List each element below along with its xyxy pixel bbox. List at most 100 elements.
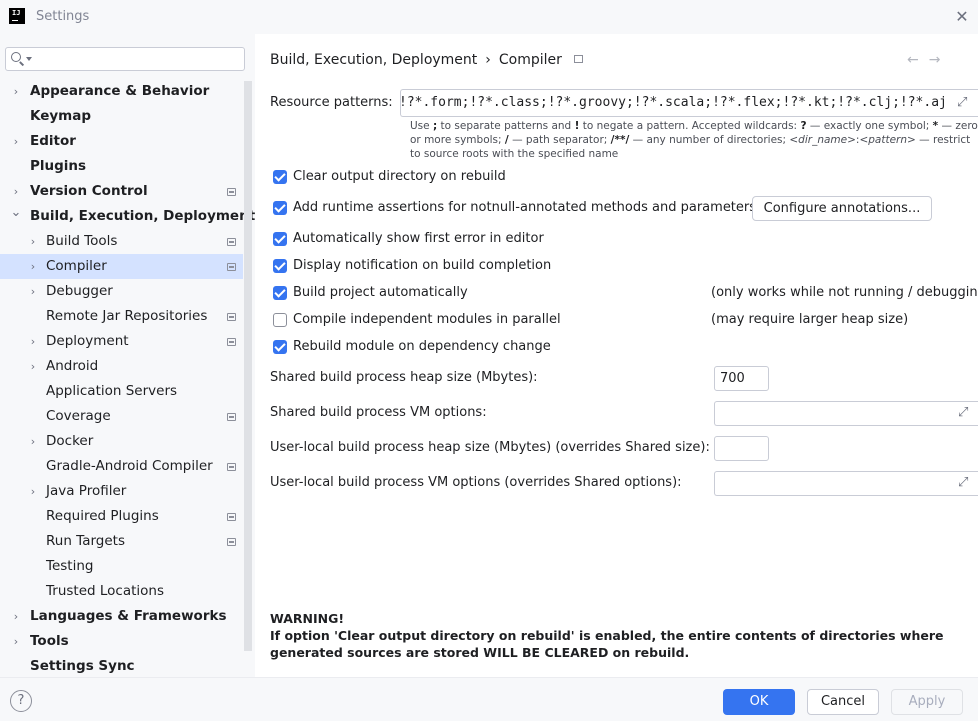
chevron-right-icon[interactable]: › [27,329,39,354]
dialog-footer: ? OK Cancel Apply [0,677,978,721]
sidebar-item-testing[interactable]: Testing [0,554,243,579]
chevron-right-icon[interactable]: › [27,254,39,279]
sidebar-item-editor[interactable]: › Editor [0,129,243,154]
checkbox-checked-icon[interactable] [273,259,287,273]
expand-field-icon[interactable]: ⤢ [957,95,967,110]
checkbox-checked-icon[interactable] [273,232,287,246]
sidebar-scrollbar[interactable] [244,81,252,651]
sidebar-item-label: Tools [30,633,69,649]
sidebar-item-required-plugins[interactable]: Required Plugins [0,504,243,529]
option-label: Display notification on build completion [293,258,552,273]
sidebar-item-coverage[interactable]: Coverage [0,404,243,429]
build-automatically-note: (only works while not running / debuggin… [711,285,978,300]
sidebar-item-label: Appearance & Behavior [30,83,210,99]
ok-button[interactable]: OK [723,689,795,715]
chevron-right-icon[interactable]: › [27,479,39,504]
sidebar-item-gradle-android-compiler[interactable]: Gradle-Android Compiler [0,454,243,479]
forward-arrow-icon[interactable]: → [929,52,951,68]
chevron-right-icon[interactable]: › [10,129,22,154]
option-label: Automatically show first error in editor [293,231,544,246]
sidebar-item-tools[interactable]: › Tools [0,629,243,654]
expand-field-icon[interactable]: ⤢ [958,405,968,420]
resource-patterns-hint: Use ; to separate patterns and ! to nega… [410,120,978,160]
close-icon[interactable]: ✕ [952,7,972,27]
intellij-logo-icon: IJ [9,8,25,24]
checkbox-checked-icon[interactable] [273,340,287,354]
chevron-right-icon[interactable]: › [10,629,22,654]
parallel-compile-note: (may require larger heap size) [711,312,909,327]
sidebar-item-build-execution-deployment[interactable]: ⌄ Build, Execution, Deployment [0,204,256,229]
sidebar-item-compiler[interactable]: › Compiler [0,254,243,279]
sidebar-item-run-targets[interactable]: Run Targets [0,529,243,554]
sidebar-item-label: Debugger [46,283,113,299]
compiler-settings-panel: Build, Execution, Deployment › Compiler ←→… [255,34,978,677]
cancel-button[interactable]: Cancel [807,689,879,715]
resource-patterns-label: Resource patterns: [270,95,393,110]
chevron-right-icon[interactable]: › [27,354,39,379]
local-heap-size-label: User-local build process heap size (Mbyt… [270,440,710,455]
sidebar-item-keymap[interactable]: Keymap [0,104,243,129]
settings-sidebar: › Appearance & Behavior Keymap › Editor Plugi… [0,34,255,677]
search-input[interactable] [5,47,245,71]
heap-size-input[interactable]: 700 [714,366,769,391]
expand-field-icon[interactable]: ⤢ [958,475,968,490]
sidebar-item-label: Build, Execution, Deployment [30,208,256,224]
local-vm-options-input[interactable]: ⤢ [714,471,978,496]
breadcrumb: Build, Execution, Deployment › Compiler [270,52,583,68]
sidebar-item-plugins[interactable]: Plugins [0,154,243,179]
checkbox-checked-icon[interactable] [273,201,287,215]
local-heap-size-input[interactable] [714,436,769,461]
sidebar-item-label: Required Plugins [46,508,159,524]
help-icon[interactable]: ? [10,690,32,712]
sidebar-item-java-profiler[interactable]: › Java Profiler [0,479,243,504]
option-label: Build project automatically [293,285,468,300]
sidebar-item-label: Keymap [30,108,92,124]
resource-patterns-input[interactable]: !?*.form;!?*.class;!?*.groovy;!?*.scala;… [400,89,978,117]
project-level-icon [227,263,236,271]
chevron-right-icon[interactable]: › [10,79,22,104]
apply-button[interactable]: Apply [891,689,963,715]
checkbox-checked-icon[interactable] [273,170,287,184]
sidebar-item-build-tools[interactable]: › Build Tools [0,229,243,254]
vm-options-label: Shared build process VM options: [270,405,487,420]
sidebar-item-docker[interactable]: › Docker [0,429,243,454]
sidebar-item-version-control[interactable]: › Version Control [0,179,243,204]
sidebar-item-trusted-locations[interactable]: Trusted Locations [0,579,243,604]
sidebar-item-label: Settings Sync [30,658,135,674]
chevron-right-icon[interactable]: › [27,429,39,454]
sidebar-item-settings-sync[interactable]: Settings Sync [0,654,243,679]
chevron-right-icon[interactable]: › [27,229,39,254]
configure-annotations-button[interactable]: Configure annotations... [752,196,932,221]
chevron-right-icon[interactable]: › [27,279,39,304]
sidebar-item-application-servers[interactable]: Application Servers [0,379,243,404]
checkbox-checked-icon[interactable] [273,286,287,300]
sidebar-item-label: Trusted Locations [46,583,164,599]
resource-patterns-value: !?*.form;!?*.class;!?*.groovy;!?*.scala;… [400,95,947,110]
sidebar-item-android[interactable]: › Android [0,354,243,379]
project-level-icon [227,463,236,471]
warning-title: WARNING! [270,611,345,626]
sidebar-item-label: Deployment [46,333,129,349]
sidebar-item-label: Compiler [46,258,107,274]
sidebar-item-remote-jar-repositories[interactable]: Remote Jar Repositories [0,304,243,329]
sidebar-item-label: Plugins [30,158,87,174]
option-label: Add runtime assertions for notnull-annot… [293,200,757,215]
sidebar-item-label: Build Tools [46,233,118,249]
breadcrumb-current: Compiler [498,52,562,68]
sidebar-item-label: Application Servers [46,383,178,399]
sidebar-item-label: Languages & Frameworks [30,608,227,624]
breadcrumb-parent[interactable]: Build, Execution, Deployment [270,52,477,68]
search-history-caret-icon[interactable] [26,57,32,61]
vm-options-input[interactable]: ⤢ [714,401,978,426]
sidebar-item-appearance-behavior[interactable]: › Appearance & Behavior [0,79,243,104]
sidebar-item-languages-frameworks[interactable]: › Languages & Frameworks [0,604,243,629]
chevron-right-icon[interactable]: › [10,604,22,629]
checkbox-unchecked-icon[interactable] [273,313,287,327]
project-level-icon [227,238,236,246]
title-bar: IJ Settings ✕ [0,0,978,34]
sidebar-item-debugger[interactable]: › Debugger [0,279,243,304]
sidebar-item-deployment[interactable]: › Deployment [0,329,243,354]
back-arrow-icon[interactable]: ← [907,52,929,68]
project-level-icon [227,538,236,546]
chevron-down-icon[interactable]: ⌄ [10,200,22,225]
